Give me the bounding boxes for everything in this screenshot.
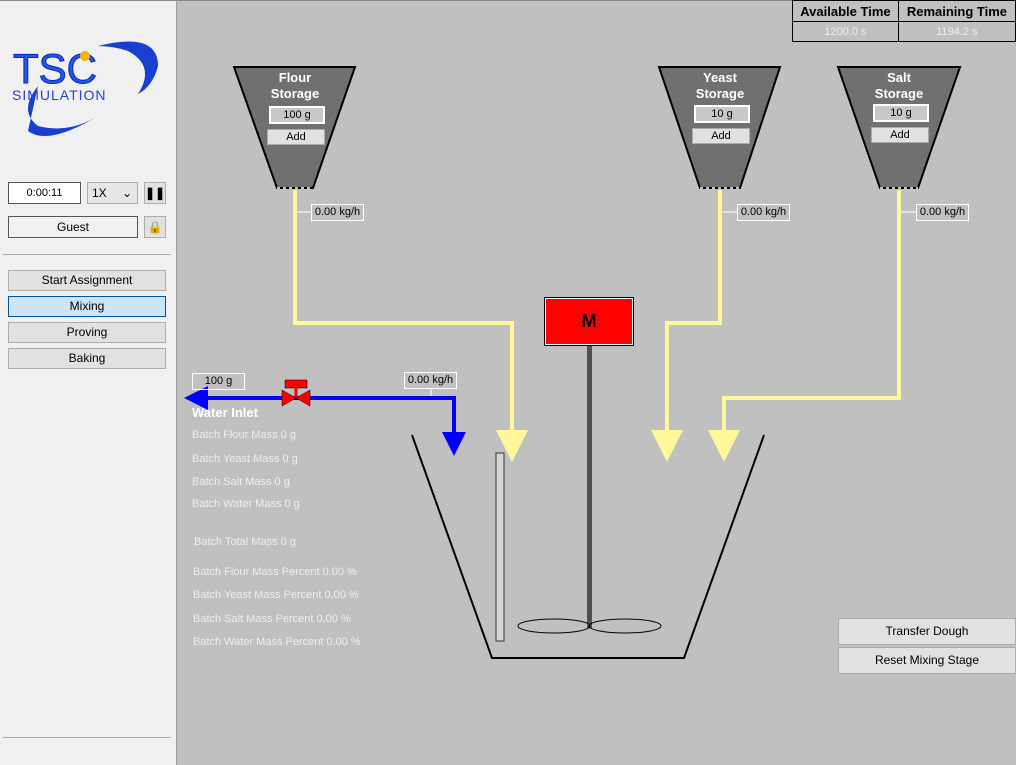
flour-flow-label: 0.00 kg/h xyxy=(311,204,364,221)
stat-yeast-percent: Batch Yeast Mass Percent 0.00 % xyxy=(193,589,359,601)
flour-add-button[interactable]: Add xyxy=(267,129,325,145)
stat-water-percent: Batch Water Mass Percent 0.00 % xyxy=(193,636,361,648)
flour-amount-input[interactable]: 100 g xyxy=(269,106,325,124)
stat-yeast-mass: Batch Yeast Mass 0 g xyxy=(192,453,298,465)
salt-amount-input[interactable]: 10 g xyxy=(873,104,929,122)
stat-total-mass: Batch Total Mass 0 g xyxy=(194,536,296,548)
yeast-add-button[interactable]: Add xyxy=(692,128,750,144)
reset-mixing-stage-button[interactable]: Reset Mixing Stage xyxy=(838,647,1016,674)
salt-pipe xyxy=(708,190,901,462)
water-valve[interactable] xyxy=(281,379,311,407)
yeast-flow-label: 0.00 kg/h xyxy=(737,204,790,221)
yeast-amount-input[interactable]: 10 g xyxy=(694,105,750,123)
mixer-shaft xyxy=(587,346,592,628)
level-gauge xyxy=(495,452,505,642)
water-amount-input[interactable]: 100 g xyxy=(192,373,245,390)
stat-salt-percent: Batch Salt Mass Percent 0.00 % xyxy=(193,613,351,625)
salt-title: Salt Storage xyxy=(874,70,924,101)
flour-title: Flour Storage xyxy=(270,70,320,101)
transfer-dough-button[interactable]: Transfer Dough xyxy=(838,618,1016,645)
mixer-motor[interactable]: M xyxy=(544,297,634,346)
salt-add-button[interactable]: Add xyxy=(871,127,929,143)
salt-flow-label: 0.00 kg/h xyxy=(916,204,969,221)
water-flow-label: 0.00 kg/h xyxy=(404,372,457,389)
water-inlet-title: Water Inlet xyxy=(192,405,258,420)
stat-flour-mass: Batch Flour Mass 0 g xyxy=(192,429,296,441)
flour-pipe xyxy=(293,190,528,462)
yeast-pipe xyxy=(651,190,722,462)
yeast-title: Yeast Storage xyxy=(695,70,745,101)
stat-water-mass: Batch Water Mass 0 g xyxy=(192,498,300,510)
stat-flour-percent: Batch Flour Mass Percent 0.00 % xyxy=(193,566,357,578)
stat-salt-mass: Batch Salt Mass 0 g xyxy=(192,476,290,488)
